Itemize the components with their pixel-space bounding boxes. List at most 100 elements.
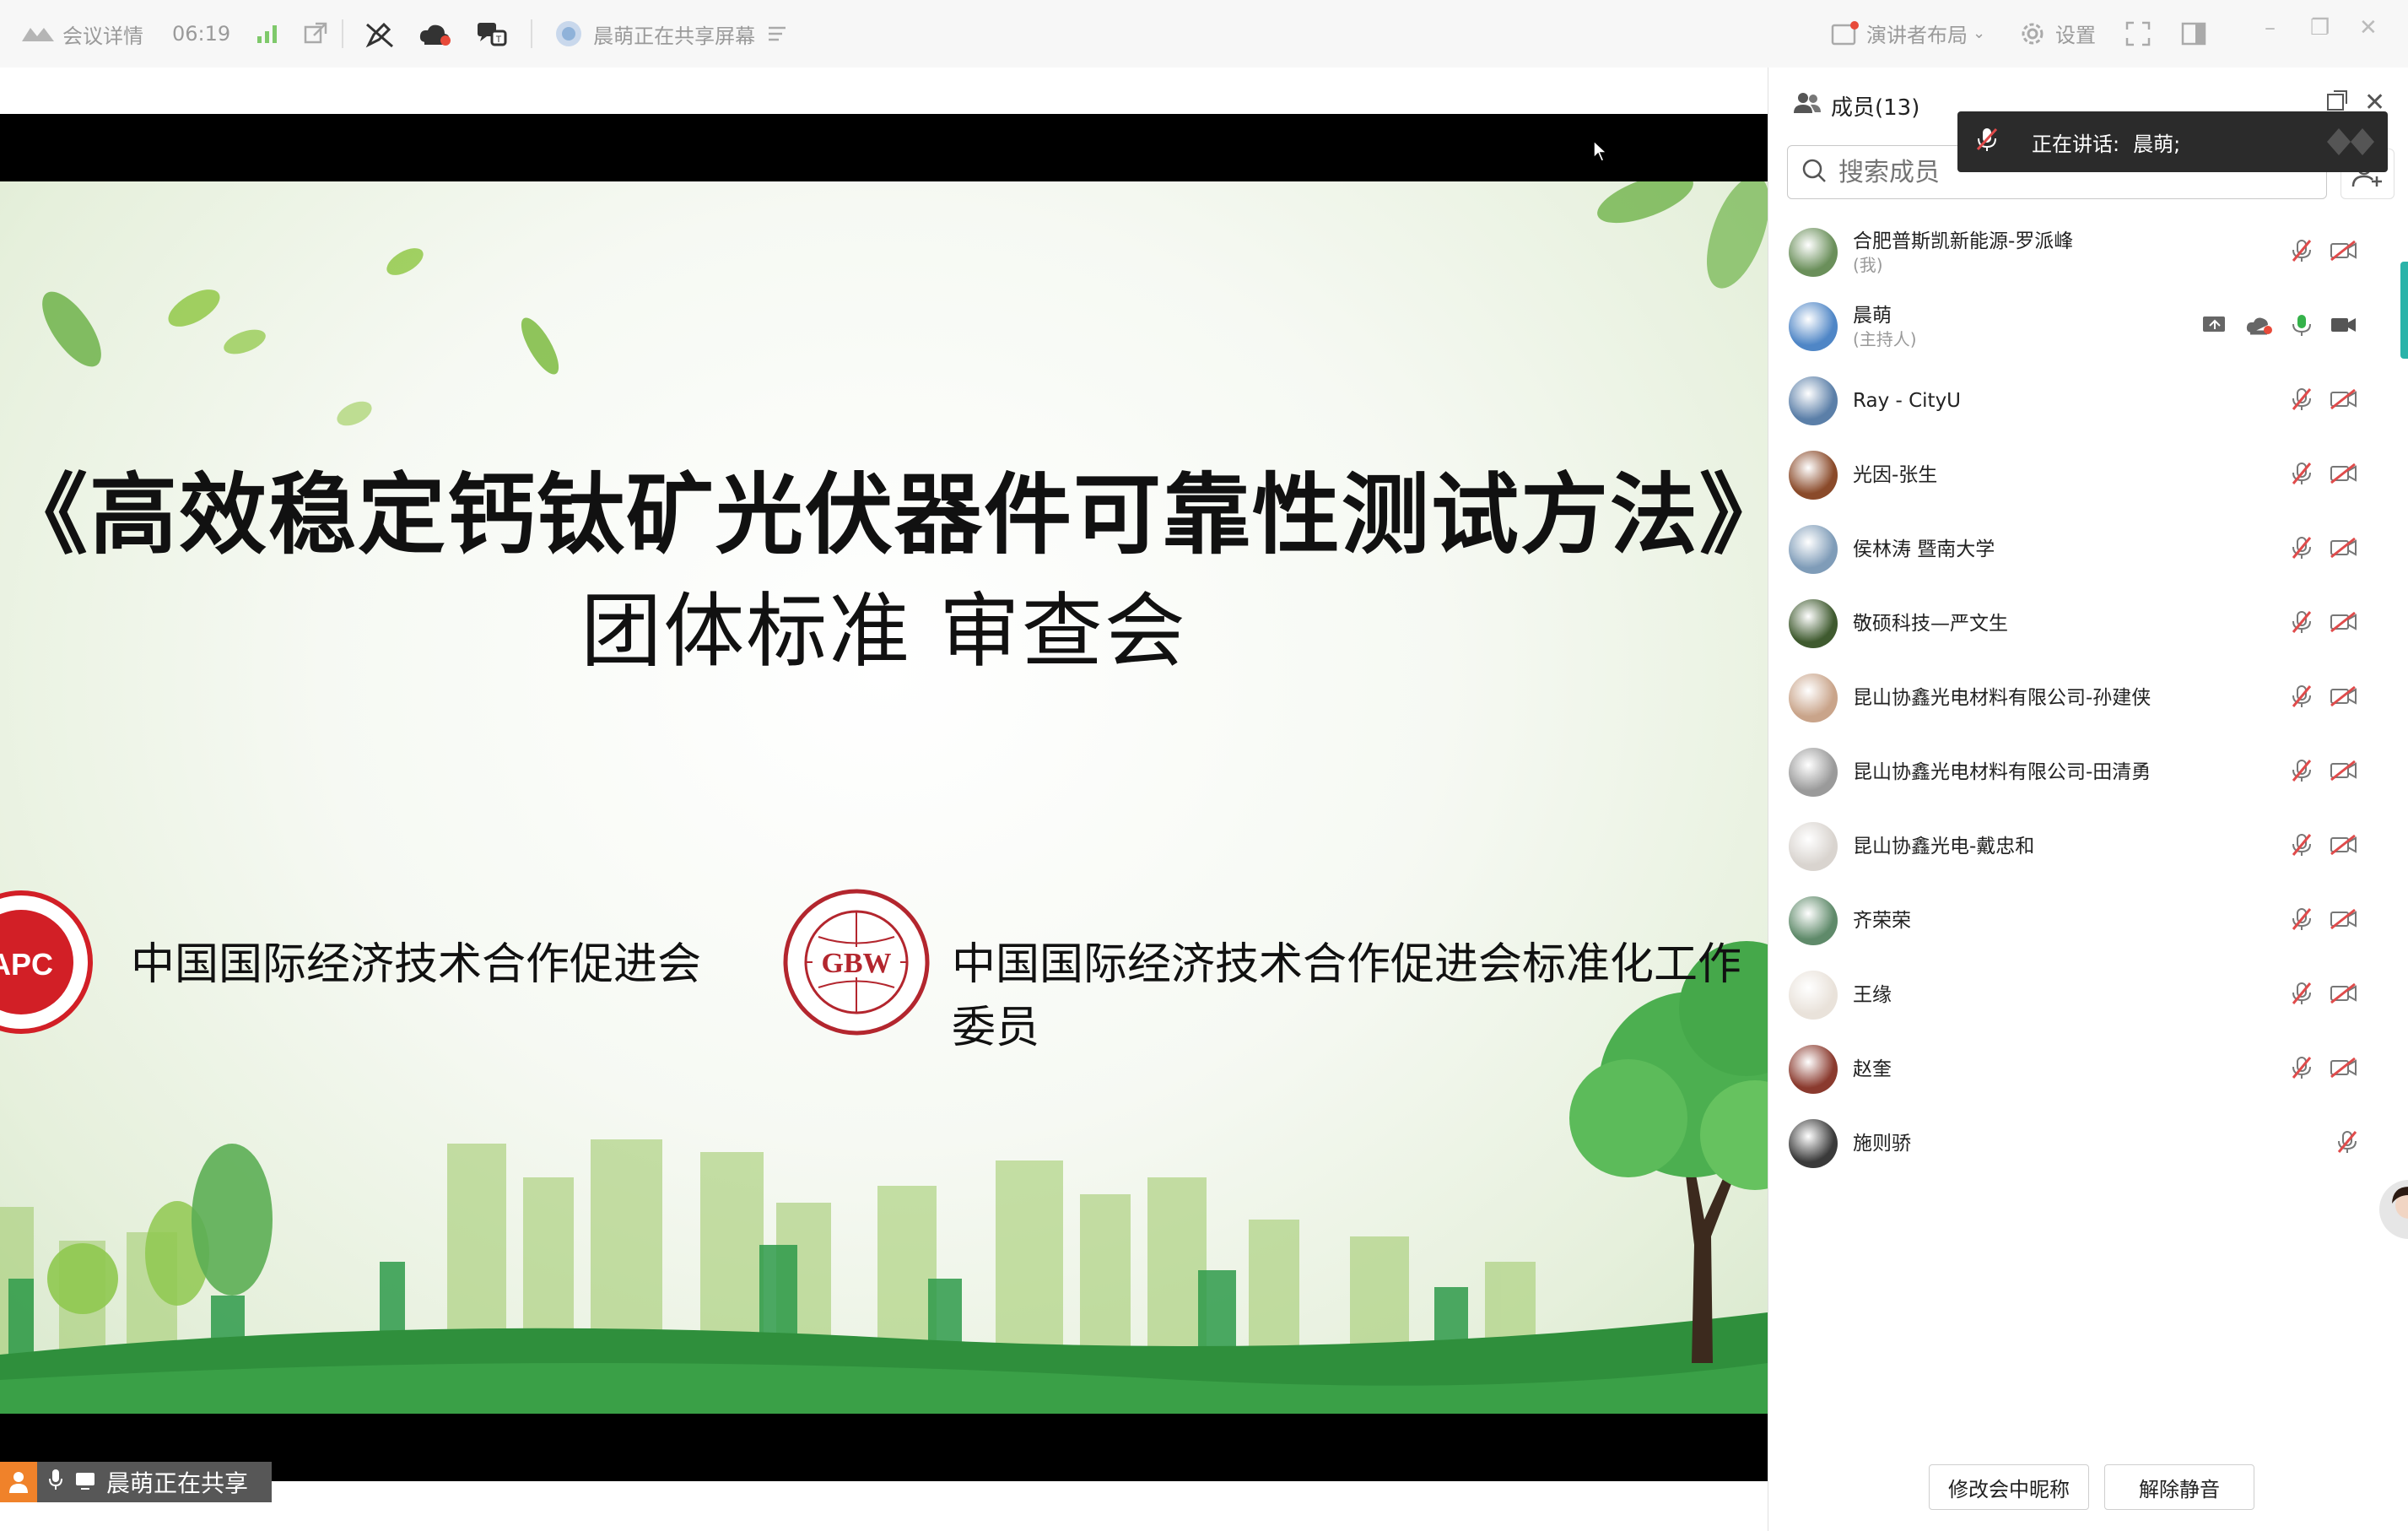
avatar[interactable] <box>1789 451 1838 500</box>
avatar[interactable] <box>1789 1119 1838 1168</box>
camera-off-icon[interactable] <box>2330 1057 2358 1082</box>
camera-off-icon[interactable] <box>2330 685 2358 711</box>
members-panel-header: 成员(13) <box>1792 84 1919 127</box>
maximize-icon[interactable]: ❐ <box>2310 15 2330 41</box>
avatar[interactable] <box>1789 748 1838 797</box>
member-row[interactable]: 齐荣荣 <box>1768 884 2408 958</box>
member-row[interactable]: 敬硕科技—严文生 <box>1768 587 2408 661</box>
signal-icon[interactable] <box>256 23 279 45</box>
member-row[interactable]: 昆山协鑫光电-戴忠和 <box>1768 809 2408 884</box>
members-count-title: 成员(13) <box>1831 95 1920 121</box>
member-name: 晨萌 <box>1853 305 1892 327</box>
member-row[interactable]: Ray - CityU <box>1768 364 2408 438</box>
member-status-icons <box>2291 684 2358 712</box>
scroll-indicator[interactable] <box>2400 262 2408 359</box>
camera-off-icon[interactable] <box>2330 611 2358 636</box>
avatar[interactable] <box>1789 896 1838 945</box>
fullscreen-icon[interactable] <box>2125 20 2152 47</box>
transcribe-icon[interactable]: T <box>475 19 509 48</box>
screen-share-small-icon <box>74 1469 96 1496</box>
gear-icon <box>2018 19 2047 48</box>
member-status-icons <box>2336 1129 2358 1158</box>
layout-switch-button[interactable]: 演讲者布局 ⌄ <box>1831 19 1985 48</box>
member-row[interactable]: 合肥普斯凯新能源-罗派峰 (我) <box>1768 215 2408 289</box>
member-row[interactable]: 昆山协鑫光电材料有限公司-田清勇 <box>1768 735 2408 809</box>
member-name: 光因-张生 <box>1853 464 1938 486</box>
toolbar-divider <box>531 19 533 48</box>
member-name: 昆山协鑫光电材料有限公司-田清勇 <box>1853 761 2152 783</box>
mic-muted-icon[interactable] <box>2291 832 2313 861</box>
camera-off-icon[interactable] <box>2330 388 2358 414</box>
mouse-cursor-icon <box>1593 139 1608 165</box>
mic-muted-icon[interactable] <box>2291 609 2313 638</box>
camera-off-icon[interactable] <box>2330 982 2358 1008</box>
avatar[interactable] <box>1789 674 1838 722</box>
member-name: 王缘 <box>1853 984 1892 1006</box>
sharing-indicator-text: 晨萌正在共享 <box>106 1469 249 1497</box>
avatar[interactable] <box>1789 525 1838 574</box>
cloud-record-icon <box>2245 314 2274 339</box>
mic-on-icon[interactable] <box>2291 312 2313 341</box>
speaking-label: 正在讲话: <box>2032 132 2120 156</box>
member-info: 晨萌 (主持人) <box>1853 303 1917 350</box>
letterbox-top <box>0 114 1768 181</box>
member-row[interactable]: 王缘 <box>1768 958 2408 1032</box>
layout-icon <box>1831 20 1860 47</box>
mic-muted-icon[interactable] <box>2291 1055 2313 1084</box>
avatar[interactable] <box>1789 971 1838 1020</box>
member-row[interactable]: 施则骄 <box>1768 1106 2408 1181</box>
minimize-icon[interactable]: – <box>2265 15 2276 41</box>
avatar[interactable] <box>1789 302 1838 351</box>
avatar[interactable] <box>1789 228 1838 277</box>
mic-muted-icon[interactable] <box>2291 981 2313 1009</box>
mic-muted-icon[interactable] <box>2291 535 2313 564</box>
meeting-logo-icon <box>20 23 57 45</box>
camera-on-icon[interactable] <box>2330 314 2358 339</box>
mic-small-icon <box>47 1468 64 1497</box>
cloud-record-icon[interactable] <box>418 20 453 47</box>
member-name: Ray - CityU <box>1853 390 1962 412</box>
member-row[interactable]: 侯林涛 暨南大学 <box>1768 512 2408 587</box>
member-row[interactable]: 昆山协鑫光电材料有限公司-孙建侠 <box>1768 661 2408 735</box>
member-name: 赵奎 <box>1853 1058 1892 1080</box>
member-row[interactable]: 晨萌 (主持人) <box>1768 289 2408 364</box>
speaking-tooltip: 正在讲话: 晨萌; <box>1957 111 2388 172</box>
member-info: 昆山协鑫光电材料有限公司-田清勇 <box>1853 760 2151 785</box>
settings-button[interactable]: 设置 <box>2018 19 2096 48</box>
mic-muted-icon[interactable] <box>2291 758 2313 787</box>
member-row[interactable]: 光因-张生 <box>1768 438 2408 512</box>
mic-muted-icon[interactable] <box>2291 387 2313 415</box>
close-window-icon[interactable]: ✕ <box>2359 15 2378 41</box>
mic-muted-icon[interactable] <box>2336 1129 2358 1158</box>
avatar[interactable] <box>1789 1045 1838 1094</box>
camera-off-icon[interactable] <box>2330 760 2358 785</box>
speaking-wave-icon <box>2325 125 2376 164</box>
meeting-details-button[interactable]: 会议详情 <box>20 19 143 49</box>
member-status-icons <box>2291 981 2358 1009</box>
unmute-button[interactable]: 解除静音 <box>2104 1464 2254 1510</box>
avatar[interactable] <box>1789 599 1838 648</box>
camera-off-icon[interactable] <box>2330 537 2358 562</box>
sidebar-toggle-icon[interactable] <box>2180 20 2207 47</box>
org-name-2: 中国国际经济技术合作促进会标准化工作委员 <box>952 939 1742 1053</box>
floating-assistant-avatar[interactable] <box>2379 1180 2408 1239</box>
camera-off-icon[interactable] <box>2330 834 2358 859</box>
sharing-menu-icon[interactable] <box>767 24 787 43</box>
member-status-icons <box>2291 387 2358 415</box>
annotation-off-icon[interactable] <box>365 19 396 48</box>
mic-muted-icon[interactable] <box>2291 906 2313 935</box>
mic-muted-icon[interactable] <box>2291 238 2313 267</box>
mic-muted-icon[interactable] <box>2291 461 2313 490</box>
camera-off-icon[interactable] <box>2330 240 2358 265</box>
member-info: 施则骄 <box>1853 1131 1911 1156</box>
rename-button[interactable]: 修改会中昵称 <box>1929 1464 2089 1510</box>
avatar[interactable] <box>1789 822 1838 871</box>
mic-muted-icon[interactable] <box>2291 684 2313 712</box>
popout-icon[interactable] <box>303 21 328 46</box>
camera-off-icon[interactable] <box>2330 908 2358 933</box>
member-status-icons <box>2291 832 2358 861</box>
member-row[interactable]: 赵奎 <box>1768 1032 2408 1106</box>
sharing-indicator[interactable]: 晨萌正在共享 <box>0 1462 272 1502</box>
avatar[interactable] <box>1789 376 1838 425</box>
camera-off-icon[interactable] <box>2330 463 2358 488</box>
